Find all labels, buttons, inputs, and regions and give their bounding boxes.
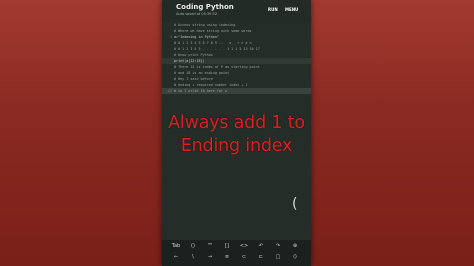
code-line-current: 12 # so I write 18 here for n [162, 88, 311, 94]
phone-screen: Coding Python Auto saved at 05:39:52 RUN… [162, 0, 311, 266]
redo-icon[interactable]: ↷ [272, 243, 284, 249]
caption-line-2: Ending index [180, 136, 293, 156]
arrow-left-icon[interactable]: ← [170, 254, 182, 260]
app-title: Coding Python [176, 3, 234, 11]
caption-line-1: Always add 1 to [168, 113, 305, 133]
undo-icon[interactable]: ↶ [255, 243, 267, 249]
extra-keys-bar: Tab () "" [] <> ↶ ↷ ⊕ ← \ → ≡ ⊂ ⊏ □ ⟨⟩ [162, 240, 311, 266]
autosave-status: Auto saved at 05:39:52 [176, 12, 218, 16]
key-backslash[interactable]: \ [187, 254, 199, 260]
arrow-right-icon[interactable]: → [204, 254, 216, 260]
key-tab[interactable]: Tab [170, 243, 182, 249]
menu-lines-icon[interactable]: ≡ [221, 254, 233, 260]
app-bar: Coding Python Auto saved at 05:39:52 RUN… [162, 0, 311, 22]
add-icon[interactable]: ⊕ [289, 243, 301, 249]
key-angles[interactable]: <> [238, 243, 250, 249]
key-quotes[interactable]: "" [204, 243, 216, 249]
key-brackets[interactable]: [] [221, 243, 233, 249]
key-parens[interactable]: () [187, 243, 199, 249]
background-left [0, 0, 162, 266]
brackets-icon[interactable]: ⟨⟩ [289, 254, 301, 260]
indent-icon[interactable]: ⊂ [238, 254, 250, 260]
menu-button[interactable]: MENU [285, 7, 298, 12]
floating-paren-glyph: ( [292, 196, 298, 212]
run-button[interactable]: RUN [268, 7, 278, 12]
background-right [311, 0, 474, 266]
outdent-icon[interactable]: ⊏ [255, 254, 267, 260]
square-icon[interactable]: □ [272, 254, 284, 260]
